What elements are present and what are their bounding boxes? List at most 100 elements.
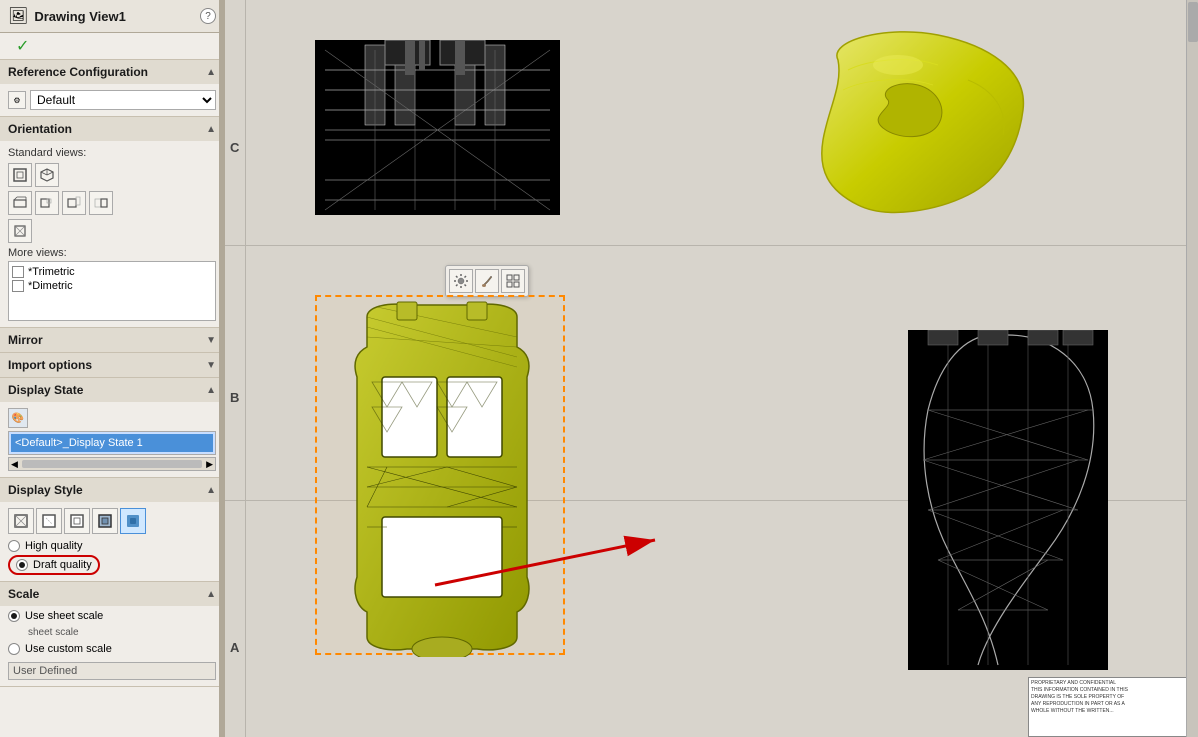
sheet-scale-value: sheet scale (28, 625, 216, 640)
trimetric-label: *Trimetric (28, 266, 75, 278)
display-state-section: Display State ▲ 🎨 <Default>_Display Stat… (0, 378, 224, 478)
dimetric-label: *Dimetric (28, 280, 73, 292)
toolbar-btn-brush[interactable] (475, 269, 499, 293)
scroll-right-arrow[interactable]: ▶ (204, 459, 215, 470)
more-views-list: *Trimetric *Dimetric (8, 261, 216, 321)
title-block: PROPRIETARY AND CONFIDENTIAL THIS INFORM… (1028, 677, 1198, 737)
user-defined-input[interactable]: User Defined (8, 662, 216, 680)
view-front-btn[interactable] (8, 163, 32, 187)
mirror-section: Mirror ▼ (0, 328, 224, 353)
display-style-header[interactable]: Display Style ▲ (0, 478, 224, 502)
view-center-selected[interactable] (315, 295, 565, 655)
more-views-item-trimetric[interactable]: *Trimetric (12, 265, 212, 279)
reference-config-select[interactable]: Default (30, 90, 216, 110)
high-quality-radio[interactable] (8, 540, 20, 552)
reference-config-label: Reference Configuration (8, 65, 148, 79)
toolbar-btn-grid[interactable] (501, 269, 525, 293)
display-style-chevron: ▲ (206, 485, 216, 496)
toolbar-btn-gear[interactable] (449, 269, 473, 293)
panel-scroll: Reference Configuration ▲ ⚙ Default Orie… (0, 60, 224, 737)
reference-config-header[interactable]: Reference Configuration ▲ (0, 60, 224, 84)
help-button[interactable]: ? (200, 8, 216, 24)
style-wireframe-btn[interactable] (8, 508, 34, 534)
more-views-label: More views: (8, 247, 216, 259)
display-state-scrollbar[interactable]: ◀ ▶ (8, 457, 216, 471)
trimetric-checkbox[interactable] (12, 266, 24, 278)
standard-views-label: Standard views: (8, 147, 216, 159)
view-isometric-btn[interactable] (35, 163, 59, 187)
reference-config-content: ⚙ Default (0, 84, 224, 116)
scrollbar-thumb (22, 460, 202, 468)
reference-config-chevron: ▲ (206, 67, 216, 78)
view-left-btn[interactable] (62, 191, 86, 215)
view-bottom-btn[interactable] (35, 191, 59, 215)
scale-radio-group: Use sheet scale sheet scale Use custom s… (8, 610, 216, 680)
panel-resize-handle[interactable] (219, 0, 224, 737)
panel-title: Drawing View1 (34, 9, 194, 24)
row-label-b: B (230, 390, 239, 405)
scale-header[interactable]: Scale ▲ (0, 582, 224, 606)
title-block-text: PROPRIETARY AND CONFIDENTIAL THIS INFORM… (1031, 680, 1195, 715)
display-style-section: Display Style ▲ (0, 478, 224, 582)
more-views-item-dimetric[interactable]: *Dimetric (12, 279, 212, 293)
display-style-icon-row (8, 508, 216, 534)
import-options-header[interactable]: Import options ▼ (0, 353, 224, 377)
use-sheet-scale-label: Use sheet scale (25, 610, 103, 622)
view-top-left[interactable] (315, 40, 560, 215)
display-state-content: 🎨 <Default>_Display State 1 ◀ ▶ (0, 402, 224, 477)
display-state-icon: 🎨 (8, 408, 28, 428)
display-state-item-0[interactable]: <Default>_Display State 1 (11, 434, 213, 452)
mirror-header[interactable]: Mirror ▼ (0, 328, 224, 352)
view-icons-row1 (8, 163, 216, 187)
draft-quality-radio[interactable] (16, 559, 28, 571)
orientation-header[interactable]: Orientation ▲ (0, 117, 224, 141)
view-toolbar (445, 265, 529, 297)
row-label-c: C (230, 140, 239, 155)
main-drawing-area: C B A (225, 0, 1198, 737)
left-panel: 🖼 Drawing View1 ? ✓ Reference Configurat… (0, 0, 225, 737)
dimetric-checkbox[interactable] (12, 280, 24, 292)
use-custom-scale-label: Use custom scale (25, 643, 112, 655)
quality-radio-group: High quality Draft quality (8, 540, 216, 575)
scale-content: Use sheet scale sheet scale Use custom s… (0, 606, 224, 686)
orientation-chevron: ▲ (206, 124, 216, 135)
view-icons-row3 (8, 219, 216, 243)
scale-label: Scale (8, 587, 39, 601)
orientation-label: Orientation (8, 122, 72, 136)
use-custom-scale-option[interactable]: Use custom scale (8, 643, 216, 655)
confirm-checkmark[interactable]: ✓ (8, 34, 37, 59)
grid-line-h1 (225, 245, 1198, 246)
use-custom-scale-radio[interactable] (8, 643, 20, 655)
display-state-label: Display State (8, 383, 83, 397)
scrollbar-thumb-main (1188, 2, 1198, 42)
use-sheet-scale-option[interactable]: Use sheet scale (8, 610, 216, 622)
config-icon: ⚙ (8, 91, 26, 109)
high-quality-option[interactable]: High quality (8, 540, 216, 552)
style-shaded-edges-btn[interactable] (92, 508, 118, 534)
draft-quality-highlight: Draft quality (8, 555, 100, 575)
style-shaded-btn[interactable] (120, 508, 146, 534)
style-hidden-visible-btn[interactable] (36, 508, 62, 534)
view-bottom-right[interactable] (908, 330, 1108, 670)
panel-header: 🖼 Drawing View1 ? (0, 0, 224, 33)
orientation-section: Orientation ▲ Standard views: (0, 117, 224, 328)
view-top-btn[interactable] (8, 191, 32, 215)
display-state-header[interactable]: Display State ▲ (0, 378, 224, 402)
import-options-chevron: ▼ (206, 360, 216, 371)
scale-chevron: ▲ (206, 589, 216, 600)
main-scrollbar[interactable] (1186, 0, 1198, 737)
row-label-a: A (230, 640, 239, 655)
mirror-chevron: ▼ (206, 335, 216, 346)
draft-quality-option[interactable]: Draft quality (8, 555, 216, 575)
view-back-btn[interactable] (8, 219, 32, 243)
high-quality-label: High quality (25, 540, 82, 552)
view-right-btn[interactable] (89, 191, 113, 215)
view-top-right[interactable] (808, 20, 1048, 260)
style-hidden-removed-btn[interactable] (64, 508, 90, 534)
import-options-label: Import options (8, 358, 92, 372)
mirror-label: Mirror (8, 333, 43, 347)
display-style-label: Display Style (8, 483, 83, 497)
drawing-canvas[interactable]: C B A (225, 0, 1198, 737)
scroll-left-arrow[interactable]: ◀ (9, 459, 20, 470)
use-sheet-scale-radio[interactable] (8, 610, 20, 622)
